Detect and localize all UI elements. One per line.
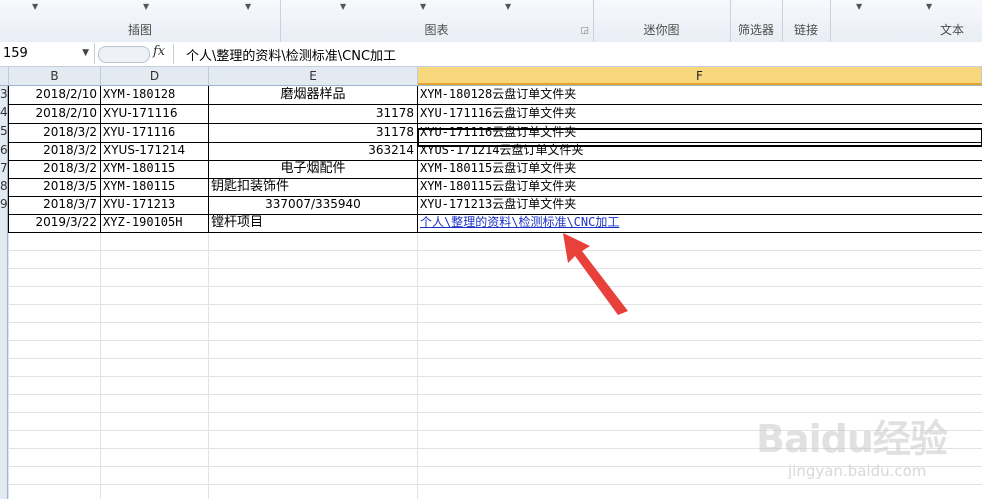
watermark-url: jingyan.baidu.com (788, 462, 927, 480)
baidu-watermark: Baidu经验 jingyan.baidu.com (748, 400, 978, 490)
baidu-logo: Baidu经验 (756, 417, 948, 461)
